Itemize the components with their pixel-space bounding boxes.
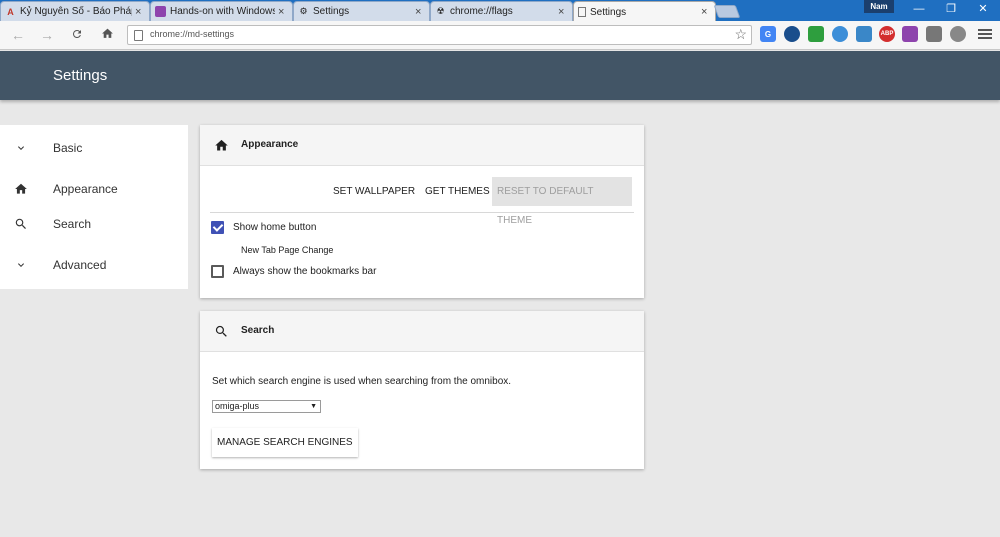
- home-icon: [101, 28, 113, 38]
- tab-title: Kỷ Nguyên Số - Báo Pháp: [20, 6, 132, 17]
- sidebar-item-label: Advanced: [53, 258, 107, 272]
- set-wallpaper-button[interactable]: SET WALLPAPER: [328, 177, 420, 206]
- appearance-section: Appearance SET WALLPAPER GET THEMES RESE…: [200, 125, 644, 298]
- address-bar[interactable]: chrome://md-settings ☆: [127, 25, 752, 45]
- minimize-button[interactable]: —: [902, 0, 936, 18]
- flags-icon: ☢: [436, 6, 445, 16]
- tab-hands-on-windows[interactable]: Hands-on with Windows ×: [150, 1, 293, 21]
- shield-icon[interactable]: [784, 26, 800, 42]
- forward-button[interactable]: →: [37, 25, 57, 45]
- reload-button[interactable]: [67, 25, 87, 45]
- window-close-button[interactable]: ✕: [966, 0, 1000, 18]
- show-home-button-label: Show home button: [233, 222, 317, 233]
- bookmark-star-icon[interactable]: ☆: [734, 26, 747, 43]
- close-icon[interactable]: ×: [135, 6, 145, 18]
- back-button[interactable]: ←: [8, 25, 28, 45]
- home-icon: [14, 182, 28, 196]
- tab-settings-1[interactable]: ⚙ Settings ×: [293, 1, 430, 21]
- site-favicon-icon: [155, 6, 166, 17]
- sidebar-item-label: Basic: [53, 141, 83, 155]
- reset-theme-button[interactable]: RESET TO DEFAULT THEME: [492, 177, 632, 226]
- tab-title: Settings: [590, 6, 627, 18]
- reload-icon: [72, 29, 81, 38]
- search-description: Set which search engine is used when sea…: [212, 376, 512, 387]
- sidebar-item-appearance[interactable]: Appearance: [0, 174, 188, 204]
- search-header: Search: [200, 311, 644, 352]
- page-icon: [134, 30, 143, 41]
- evernote-icon[interactable]: [808, 26, 824, 42]
- window-titlebar: A Kỷ Nguyên Số - Báo Pháp × Hands-on wit…: [0, 0, 1000, 22]
- sidebar-item-search[interactable]: Search: [0, 209, 188, 239]
- adblock-icon[interactable]: ABP: [879, 26, 895, 42]
- home-button[interactable]: [97, 25, 117, 45]
- restore-button[interactable]: ❐: [934, 0, 968, 18]
- sidebar-item-basic[interactable]: Basic: [0, 133, 188, 163]
- heart-icon[interactable]: [950, 26, 966, 42]
- tab-kynguyenso[interactable]: A Kỷ Nguyên Số - Báo Pháp ×: [0, 1, 150, 21]
- cloud-icon[interactable]: [832, 26, 848, 42]
- home-page-option[interactable]: New Tab Page Change: [241, 245, 333, 255]
- section-title: Appearance: [241, 139, 299, 150]
- feather-icon[interactable]: [902, 26, 918, 42]
- search-engine-value: omiga-plus: [215, 401, 260, 411]
- page-icon: [578, 7, 586, 17]
- search-section: Search Set which search engine is used w…: [200, 311, 644, 469]
- page-title: Settings: [53, 67, 108, 84]
- sidebar-item-label: Appearance: [53, 182, 118, 196]
- search-icon: [14, 217, 28, 231]
- appearance-header: Appearance: [200, 125, 644, 166]
- close-icon[interactable]: ×: [415, 6, 425, 18]
- sidebar-item-advanced[interactable]: Advanced: [0, 250, 188, 280]
- close-icon[interactable]: ×: [701, 6, 711, 18]
- chevron-down-icon: [14, 141, 28, 155]
- new-tab-button[interactable]: [713, 5, 741, 18]
- copy-icon[interactable]: [926, 26, 942, 42]
- search-engine-select[interactable]: omiga-plus ▼: [212, 400, 321, 413]
- search-icon: [214, 324, 229, 339]
- section-title: Search: [241, 325, 275, 336]
- settings-sidebar: Basic Appearance Search Advanced: [0, 125, 188, 289]
- chevron-down-icon: [14, 258, 28, 272]
- google-translate-icon[interactable]: G: [760, 26, 776, 42]
- bookmarks-bar-label: Always show the bookmarks bar: [233, 266, 377, 277]
- close-icon[interactable]: ×: [558, 6, 568, 18]
- profile-button[interactable]: Nam: [864, 0, 894, 13]
- settings-header: Settings: [0, 51, 1000, 100]
- gear-icon: ⚙: [299, 6, 308, 16]
- show-home-button-checkbox[interactable]: [211, 221, 224, 234]
- tab-settings-active[interactable]: Settings ×: [573, 1, 716, 22]
- bookmarks-bar-checkbox[interactable]: [211, 265, 224, 278]
- close-icon[interactable]: ×: [278, 6, 288, 18]
- chrome-menu-button[interactable]: [978, 27, 992, 41]
- news-favicon-icon: A: [7, 6, 14, 17]
- tab-chrome-flags[interactable]: ☢ chrome://flags ×: [430, 1, 573, 21]
- get-themes-button[interactable]: GET THEMES: [420, 177, 495, 206]
- home-icon: [214, 138, 229, 153]
- sidebar-item-label: Search: [53, 217, 92, 231]
- tab-title: chrome://flags: [450, 6, 513, 17]
- camera-icon[interactable]: [856, 26, 872, 42]
- tab-title: Settings: [313, 6, 350, 17]
- dropdown-arrow-icon: ▼: [310, 403, 317, 410]
- browser-toolbar: ← → chrome://md-settings ☆ G ABP: [0, 21, 1000, 50]
- manage-search-engines-button[interactable]: MANAGE SEARCH ENGINES: [212, 428, 358, 457]
- divider: [210, 212, 634, 213]
- address-url: chrome://md-settings: [150, 29, 235, 39]
- tab-title: Hands-on with Windows: [170, 6, 275, 17]
